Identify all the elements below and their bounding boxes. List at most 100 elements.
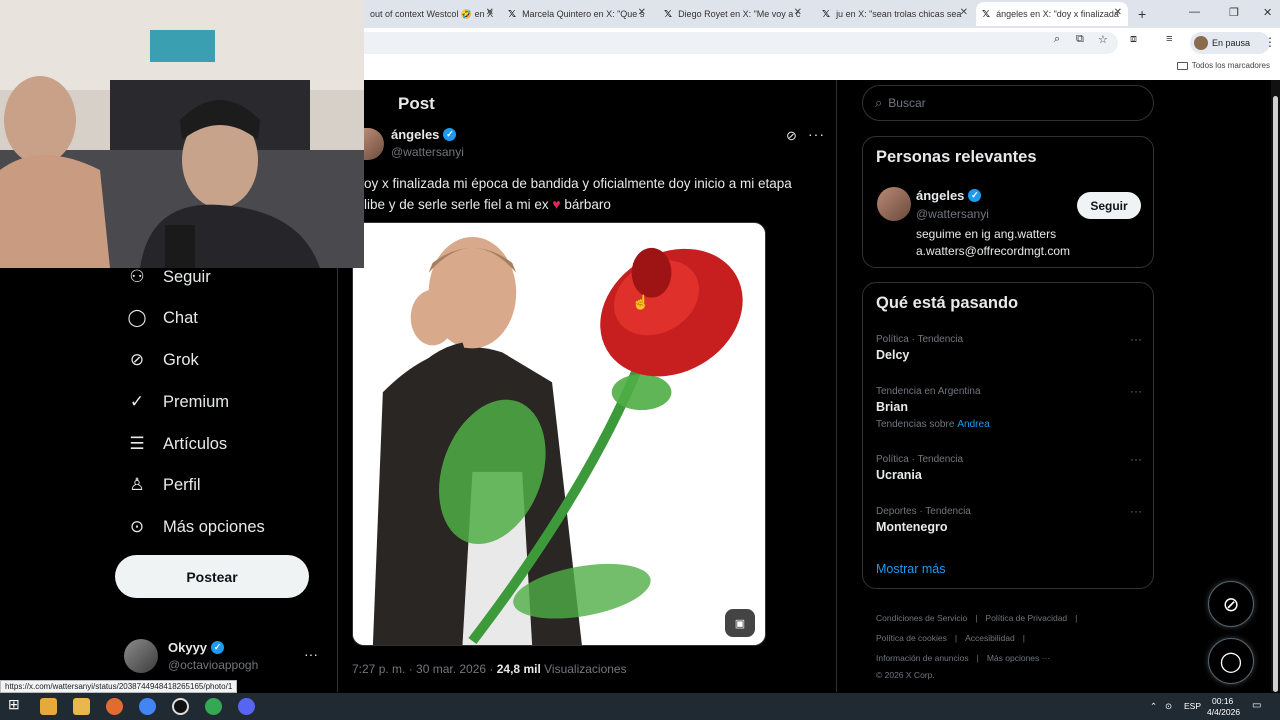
file-explorer-icon[interactable]	[73, 698, 90, 715]
follow-icon: ⚇	[129, 267, 145, 287]
close-icon[interactable]: ✕	[486, 7, 494, 18]
account-avatar[interactable]	[124, 639, 158, 673]
footer-link-terms[interactable]: Condiciones de Servicio	[876, 613, 967, 623]
search-input[interactable]	[888, 96, 1129, 110]
post-more-icon[interactable]: ···	[808, 126, 825, 142]
trend-name: Montenegro	[876, 520, 948, 534]
bookmark-star-icon[interactable]: ☆	[1098, 33, 1108, 46]
profile-paused-chip[interactable]: En pausa	[1190, 32, 1270, 54]
grok-icon: ⊘	[129, 350, 145, 370]
new-tab-button[interactable]: +	[1138, 6, 1146, 22]
browser-menu-icon[interactable]: ⋮	[1264, 35, 1276, 49]
footer-separator: |	[1075, 613, 1078, 623]
relevant-name[interactable]: ángeles ✓	[916, 188, 982, 203]
scrollbar-thumb[interactable]	[1273, 96, 1278, 692]
image-description-icon[interactable]: ▣	[725, 609, 755, 637]
trend-more-icon[interactable]: ···	[1130, 452, 1142, 466]
close-icon[interactable]: ✕	[960, 7, 968, 18]
footer-link-cookies[interactable]: Política de cookies	[876, 633, 947, 643]
post-timestamp[interactable]: 7:27 p. m. · 30 mar. 2026 ·	[352, 662, 497, 676]
nav-item-premium[interactable]: ✓ Premium	[124, 388, 229, 416]
close-icon[interactable]: ✕	[638, 7, 646, 18]
discord-icon[interactable]	[238, 698, 255, 715]
premium-icon: ✓	[129, 392, 145, 412]
firefox-icon[interactable]	[106, 698, 123, 715]
post-button[interactable]: Postear	[115, 555, 309, 598]
media-player-icon[interactable]	[40, 698, 57, 715]
obs-icon[interactable]	[172, 698, 189, 715]
close-window-icon[interactable]: ✕	[1263, 6, 1272, 19]
trend-name: Delcy	[876, 348, 910, 362]
grok-icon: ⊘	[1222, 592, 1240, 616]
x-logo-icon: 𝕏	[822, 8, 831, 20]
nav-item-label: Más opciones	[163, 517, 265, 536]
browser-tab[interactable]: 𝕏 Marcela Quintero en X: "Que s ✕	[502, 2, 652, 26]
browser-tab[interactable]: out of context Westcol 🤣 en X ✕	[364, 2, 500, 26]
nav-item-articles[interactable]: ☰ Artículos	[124, 430, 227, 458]
close-icon[interactable]: ✕	[1114, 7, 1122, 18]
grok-fab-button[interactable]: ⊘	[1208, 581, 1254, 627]
search-box[interactable]: ⌕	[862, 85, 1154, 121]
nav-item-more[interactable]: ⊙ Más opciones	[124, 513, 265, 541]
trend-item[interactable]: Política · Tendencia Delcy ···	[876, 332, 1142, 362]
minimize-icon[interactable]: —	[1189, 6, 1200, 18]
footer-link-accessibility[interactable]: Accesibilidad	[965, 633, 1015, 643]
author-handle[interactable]: @wattersanyi	[391, 145, 464, 159]
browser-tab[interactable]: 𝕏 ju en X: "sean trolas chicas sea ✕	[816, 2, 974, 26]
chrome-icon[interactable]	[139, 698, 156, 715]
chrome-alt-icon[interactable]	[205, 698, 222, 715]
trend-item[interactable]: Tendencia en Argentina Brian Tendencias …	[876, 384, 1142, 430]
footer-copyright: © 2026 X Corp.	[876, 670, 935, 680]
column-divider	[836, 80, 837, 692]
follow-button[interactable]: Seguir	[1077, 192, 1141, 219]
x-logo-icon: 𝕏	[664, 8, 673, 20]
trend-more-icon[interactable]: ···	[1130, 384, 1142, 398]
account-name[interactable]: Okyyy ✓	[168, 640, 225, 655]
trend-more-icon[interactable]: ···	[1130, 332, 1142, 346]
show-more-link[interactable]: Mostrar más	[876, 562, 945, 576]
verified-icon: ✓	[211, 641, 225, 654]
post-text-part: libe y de serle serle fiel a mi ex	[364, 197, 553, 212]
nav-item-chat[interactable]: ◯ Chat	[124, 304, 197, 332]
browser-tab[interactable]: 𝕏 Diego Royet en X: "Me voy a c ✕	[658, 2, 808, 26]
account-more-icon[interactable]: ···	[304, 646, 318, 662]
author-avatar[interactable]	[364, 128, 384, 160]
footer-link-ads[interactable]: Información de anuncios	[876, 653, 969, 663]
trend-sub-link[interactable]: Andrea	[957, 419, 989, 430]
author-name[interactable]: ángeles ✓	[391, 127, 457, 142]
all-bookmarks-button[interactable]: Todos los marcadores	[1176, 61, 1270, 70]
browser-tab-active[interactable]: 𝕏 ángeles en X: "doy x finalizada ✕	[976, 2, 1128, 26]
notifications-icon[interactable]: ▭	[1252, 700, 1261, 711]
trend-more-icon[interactable]: ···	[1130, 504, 1142, 518]
zoom-icon[interactable]: ⌕	[1054, 33, 1060, 46]
relevant-avatar[interactable]	[877, 187, 911, 221]
nav-item-grok[interactable]: ⊘ Grok	[124, 346, 199, 374]
trend-item[interactable]: Política · Tendencia Ucrania ···	[876, 452, 1142, 482]
footer-link-more[interactable]: Más opciones ···	[987, 653, 1050, 663]
install-icon[interactable]: ⧉	[1076, 33, 1084, 46]
nav-item-profile[interactable]: ♙ Perfil	[124, 471, 200, 499]
trend-item[interactable]: Deportes · Tendencia Montenegro ···	[876, 504, 1142, 534]
heart-emoji-icon: ♥	[552, 196, 561, 212]
post-text-line: libe y de serle serle fiel a mi ex ♥ bár…	[364, 194, 824, 215]
close-icon[interactable]: ✕	[794, 7, 802, 18]
network-icon[interactable]: ⊙	[1165, 701, 1172, 712]
relevant-bio-line: a.watters@offrecordmgt.com	[916, 244, 1071, 258]
trend-name: Brian	[876, 400, 908, 414]
windows-start-icon[interactable]: ⊞	[8, 696, 25, 713]
tray-chevron-icon[interactable]: ⌃	[1150, 701, 1157, 712]
clock-time[interactable]: 00:16	[1212, 696, 1233, 706]
trend-sub: Tendencias sobre Andrea	[876, 419, 1142, 430]
clock-date[interactable]: 4/4/2026	[1207, 707, 1240, 717]
grok-explain-icon[interactable]: ⊘	[786, 128, 797, 144]
address-bar[interactable]	[364, 32, 1118, 54]
all-bookmarks-label: Todos los marcadores	[1191, 61, 1270, 70]
restore-icon[interactable]: ❐	[1229, 6, 1239, 19]
post-image[interactable]	[352, 222, 766, 646]
footer-link-privacy[interactable]: Política de Privacidad	[985, 613, 1067, 623]
tab-search-icon[interactable]: ≡	[1166, 33, 1172, 45]
language-indicator[interactable]: ESP	[1184, 701, 1201, 711]
trend-name: Ucrania	[876, 468, 922, 482]
chat-fab-button[interactable]: ◯	[1208, 638, 1254, 684]
extensions-icon[interactable]: ⧈	[1130, 33, 1137, 46]
